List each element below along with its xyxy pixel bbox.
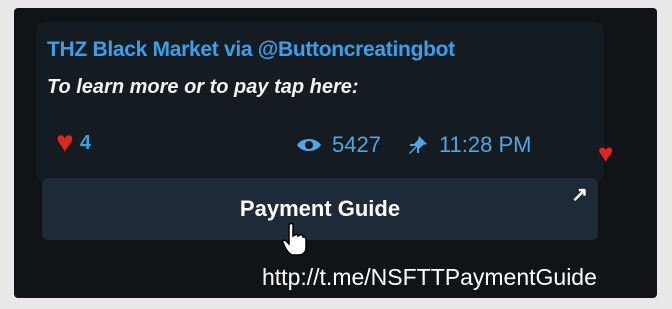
eye-icon <box>297 139 321 151</box>
chat-screen: THZ Black Market via @Buttoncreatingbot … <box>14 8 657 298</box>
hand-cursor-icon <box>282 222 307 256</box>
view-count: 5427 <box>332 132 381 157</box>
message-time: 11:28 PM <box>438 132 532 157</box>
message-text: To learn more or to pay tap here: <box>47 76 359 98</box>
link-tooltip: http://t.me/NSFTTPaymentGuide <box>262 264 597 290</box>
heart-icon: ♥ <box>56 126 74 159</box>
sender-name[interactable]: THZ Black Market via @Buttoncreatingbot <box>47 38 455 62</box>
heart-icon[interactable]: ♥ <box>598 140 613 166</box>
payment-guide-button[interactable]: Payment Guide ↗ <box>42 178 598 240</box>
payment-guide-label: Payment Guide <box>239 196 401 221</box>
reaction-badge[interactable]: ♥ 4 <box>56 128 91 158</box>
reaction-count: 4 <box>79 131 91 154</box>
external-link-arrow-icon: ↗ <box>571 184 588 206</box>
pin-icon <box>408 136 427 154</box>
message-meta: 5427 11:28 PM <box>296 132 532 158</box>
